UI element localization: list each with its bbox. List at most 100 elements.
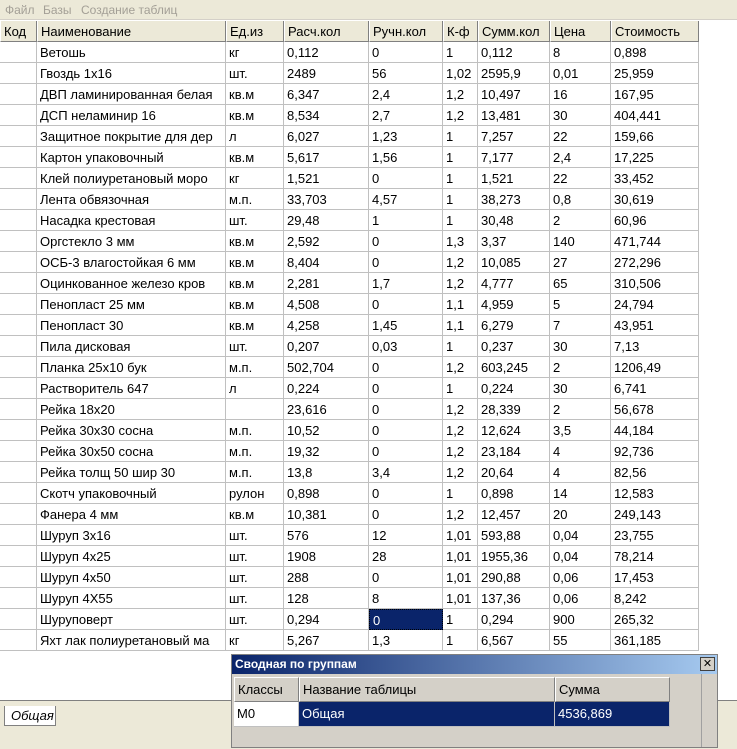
- table-cell[interactable]: шт.: [226, 63, 284, 84]
- table-cell[interactable]: кв.м: [226, 231, 284, 252]
- table-cell[interactable]: Пила дисковая: [37, 336, 226, 357]
- table-cell[interactable]: 0: [369, 441, 443, 462]
- table-cell[interactable]: 6,347: [284, 84, 369, 105]
- table-cell[interactable]: 404,441: [611, 105, 699, 126]
- menu-file[interactable]: Файл: [5, 3, 35, 17]
- table-cell[interactable]: Пенопласт 25 мм: [37, 294, 226, 315]
- table-cell[interactable]: 10,381: [284, 504, 369, 525]
- table-cell[interactable]: 8: [550, 42, 611, 63]
- table-cell[interactable]: [0, 504, 37, 525]
- table-cell[interactable]: кг: [226, 630, 284, 651]
- tab-general[interactable]: Общая: [4, 706, 56, 726]
- table-cell[interactable]: 0,898: [478, 483, 550, 504]
- table-cell[interactable]: 3,5: [550, 420, 611, 441]
- table-cell[interactable]: 17,225: [611, 147, 699, 168]
- table-cell[interactable]: [0, 483, 37, 504]
- table-cell[interactable]: 6,027: [284, 126, 369, 147]
- table-cell[interactable]: 56: [369, 63, 443, 84]
- table-cell[interactable]: 30: [550, 105, 611, 126]
- table-cell[interactable]: 7,257: [478, 126, 550, 147]
- table-cell[interactable]: 78,214: [611, 546, 699, 567]
- table-cell[interactable]: [0, 588, 37, 609]
- table-cell[interactable]: 167,95: [611, 84, 699, 105]
- menu-create-tables[interactable]: Создание таблиц: [81, 3, 177, 17]
- table-cell[interactable]: Фанера 4 мм: [37, 504, 226, 525]
- table-cell[interactable]: 7,177: [478, 147, 550, 168]
- table-cell[interactable]: 20,64: [478, 462, 550, 483]
- table-cell[interactable]: 23,616: [284, 399, 369, 420]
- table-cell[interactable]: 30: [550, 378, 611, 399]
- table-cell[interactable]: 0: [369, 42, 443, 63]
- table-cell[interactable]: 44,184: [611, 420, 699, 441]
- table-cell[interactable]: 1: [443, 378, 478, 399]
- table-cell[interactable]: [0, 567, 37, 588]
- table-cell[interactable]: 65: [550, 273, 611, 294]
- table-cell[interactable]: 12: [369, 525, 443, 546]
- table-cell[interactable]: шт.: [226, 336, 284, 357]
- table-cell[interactable]: [0, 252, 37, 273]
- table-cell[interactable]: Насадка крестовая: [37, 210, 226, 231]
- table-cell[interactable]: 0,04: [550, 525, 611, 546]
- table-cell[interactable]: [0, 84, 37, 105]
- menu-bases[interactable]: Базы: [43, 3, 72, 17]
- table-cell[interactable]: 1,1: [443, 294, 478, 315]
- table-cell[interactable]: 1,01: [443, 546, 478, 567]
- table-cell[interactable]: Рейка 30х50 сосна: [37, 441, 226, 462]
- table-cell[interactable]: м.п.: [226, 189, 284, 210]
- table-cell[interactable]: 288: [284, 567, 369, 588]
- table-cell[interactable]: 0: [369, 567, 443, 588]
- table-cell[interactable]: 12,583: [611, 483, 699, 504]
- table-cell[interactable]: 5: [550, 294, 611, 315]
- table-cell[interactable]: 6,567: [478, 630, 550, 651]
- table-cell[interactable]: 6,741: [611, 378, 699, 399]
- table-cell[interactable]: 2489: [284, 63, 369, 84]
- table-cell[interactable]: 603,245: [478, 357, 550, 378]
- table-cell[interactable]: [0, 105, 37, 126]
- table-cell[interactable]: 1,521: [478, 168, 550, 189]
- table-cell[interactable]: 56,678: [611, 399, 699, 420]
- table-cell[interactable]: 1,2: [443, 105, 478, 126]
- table-cell[interactable]: 1,2: [443, 399, 478, 420]
- table-cell[interactable]: 249,143: [611, 504, 699, 525]
- table-cell[interactable]: 1,2: [443, 252, 478, 273]
- table-cell[interactable]: [0, 189, 37, 210]
- summary-window-title[interactable]: Сводная по группам: [232, 655, 717, 674]
- table-cell[interactable]: Ветошь: [37, 42, 226, 63]
- table-cell[interactable]: 29,48: [284, 210, 369, 231]
- table-cell[interactable]: 43,951: [611, 315, 699, 336]
- table-cell[interactable]: 0,06: [550, 567, 611, 588]
- column-header[interactable]: Стоимость: [611, 21, 699, 42]
- table-cell[interactable]: 128: [284, 588, 369, 609]
- table-cell[interactable]: Планка 25х10 бук: [37, 357, 226, 378]
- table-cell[interactable]: 1,2: [443, 504, 478, 525]
- table-cell[interactable]: 2,281: [284, 273, 369, 294]
- column-header[interactable]: Код: [0, 21, 37, 42]
- table-cell[interactable]: 1: [443, 483, 478, 504]
- column-header[interactable]: Расч.кол: [284, 21, 369, 42]
- table-cell[interactable]: 0: [369, 168, 443, 189]
- table-cell[interactable]: 1,2: [443, 273, 478, 294]
- table-cell[interactable]: шт.: [226, 588, 284, 609]
- summary-column-header[interactable]: Сумма: [555, 677, 670, 702]
- table-cell[interactable]: м.п.: [226, 441, 284, 462]
- table-cell[interactable]: кв.м: [226, 273, 284, 294]
- table-cell[interactable]: 1955,36: [478, 546, 550, 567]
- table-cell[interactable]: 310,506: [611, 273, 699, 294]
- table-cell[interactable]: 4,508: [284, 294, 369, 315]
- table-cell[interactable]: 23,184: [478, 441, 550, 462]
- table-cell[interactable]: 8,404: [284, 252, 369, 273]
- table-cell[interactable]: 27: [550, 252, 611, 273]
- table-cell[interactable]: л: [226, 126, 284, 147]
- table-cell[interactable]: 0,06: [550, 588, 611, 609]
- table-cell[interactable]: шт.: [226, 567, 284, 588]
- table-cell[interactable]: 1,2: [443, 462, 478, 483]
- table-cell[interactable]: 361,185: [611, 630, 699, 651]
- summary-column-header[interactable]: Название таблицы: [299, 677, 555, 702]
- table-cell[interactable]: [0, 378, 37, 399]
- table-cell[interactable]: кг: [226, 42, 284, 63]
- table-cell[interactable]: 0,898: [284, 483, 369, 504]
- table-cell[interactable]: Шуруп 3х16: [37, 525, 226, 546]
- table-cell[interactable]: ДСП неламинир 16: [37, 105, 226, 126]
- table-cell[interactable]: 4,57: [369, 189, 443, 210]
- column-header[interactable]: Ед.из: [226, 21, 284, 42]
